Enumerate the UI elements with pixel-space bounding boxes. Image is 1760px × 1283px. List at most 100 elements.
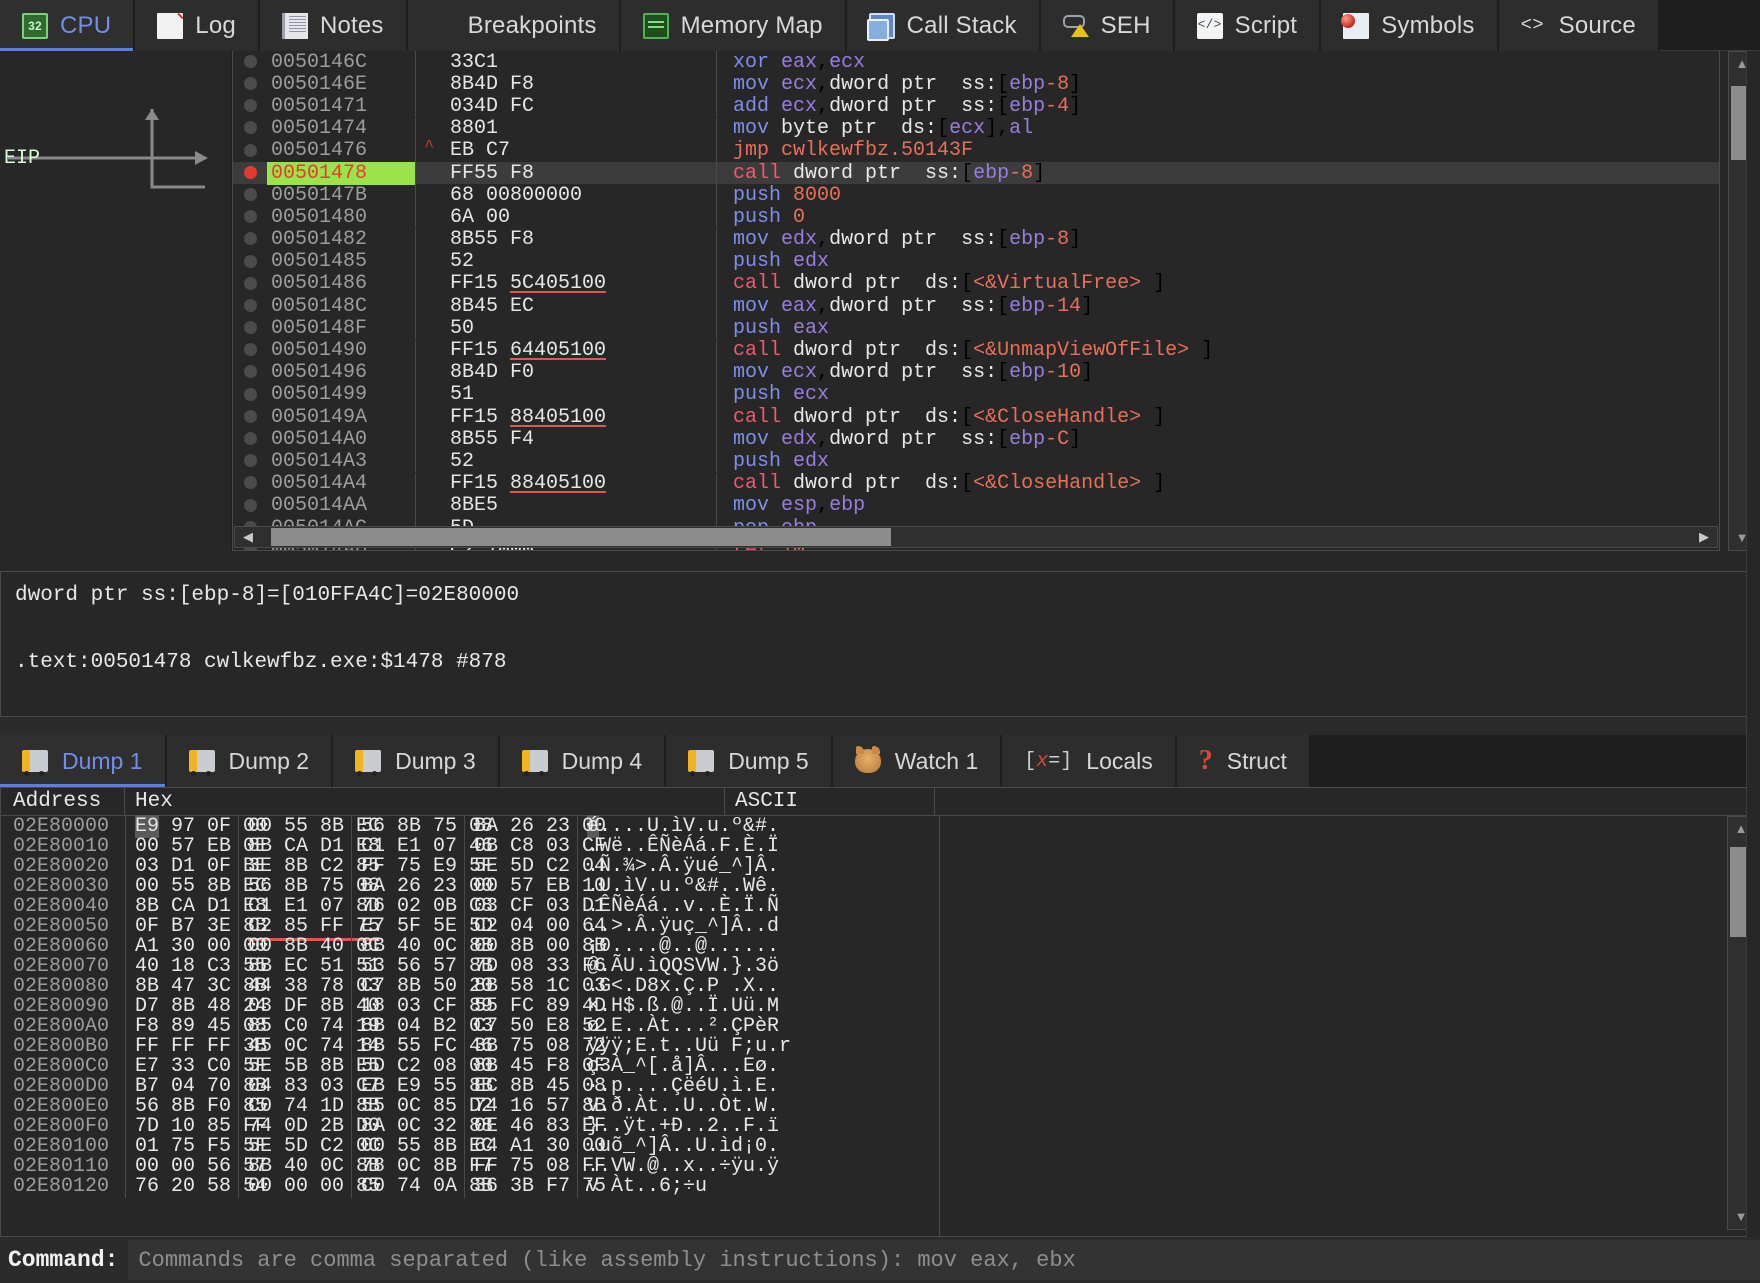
breakpoint-gutter[interactable] — [233, 406, 267, 429]
column-header-hex[interactable]: Hex — [125, 788, 725, 816]
tab-breakpoints[interactable]: Breakpoints — [408, 0, 621, 51]
byte-operand-link[interactable]: 64405100 — [510, 339, 606, 362]
hex-dump-row[interactable]: 02E800B0FF FF FF 3B45 0C 74 148B 55 FC 4… — [1, 1036, 1759, 1056]
byte-operand-link[interactable]: 5C405100 — [510, 272, 606, 295]
disasm-row[interactable]: 00501486FF15 5C405100call dword ptr ds:[… — [233, 273, 1719, 295]
tab-notes[interactable]: Notes — [260, 0, 408, 51]
tab-dump-4[interactable]: Dump 4 — [500, 735, 667, 787]
disasm-row[interactable]: 005014806A 00push 0 — [233, 206, 1719, 228]
hex-byte-group[interactable]: C0 74 0A 8B — [351, 1175, 464, 1198]
hex-dump-row[interactable]: 02E8007040 18 C3 558B EC 51 5153 56 57 8… — [1, 956, 1759, 976]
disasm-row[interactable]: 0050148552push edx — [233, 251, 1719, 273]
disasm-row[interactable]: 005014A4FF15 88405100call dword ptr ds:[… — [233, 473, 1719, 495]
hscroll-thumb[interactable] — [271, 528, 891, 546]
breakpoint-gutter[interactable] — [233, 361, 267, 384]
hex-dump-row[interactable]: 02E800D0B7 04 70 8B04 83 03 C7EB E9 55 8… — [1, 1076, 1759, 1096]
tab-dump-1[interactable]: Dump 1 — [0, 735, 167, 787]
hex-dump-row[interactable]: 02E80000E9 97 0F 0000 55 8B EC56 8B 75 0… — [1, 816, 1759, 836]
tab-memory-map[interactable]: Memory Map — [621, 0, 847, 51]
disasm-row[interactable]: 005014748801mov byte ptr ds:[ecx],al — [233, 118, 1719, 140]
breakpoint-gutter[interactable] — [233, 339, 267, 362]
column-header-ascii[interactable]: ASCII — [725, 788, 935, 816]
breakpoint-gutter[interactable] — [233, 162, 267, 185]
disasm-row[interactable]: 00501476^EB C7jmp cwlkewfbz.50143F — [233, 140, 1719, 162]
hex-byte-group[interactable]: 00 00 00 85 — [238, 1175, 351, 1198]
disasm-row[interactable]: 005014AA8BE5mov esp,ebp — [233, 495, 1719, 517]
hex-dump-row[interactable]: 02E8012076 20 58 5400 00 00 85C0 74 0A 8… — [1, 1176, 1759, 1196]
hex-row-ascii[interactable]: v Àt..6;÷u — [577, 1175, 789, 1198]
disasm-row[interactable]: 005014968B4D F0mov ecx,dword ptr ss:[ebp… — [233, 362, 1719, 384]
breakpoint-gutter[interactable] — [233, 250, 267, 273]
disasm-row[interactable]: 0050146E8B4D F8mov ecx,dword ptr ss:[ebp… — [233, 73, 1719, 95]
breakpoint-gutter[interactable] — [233, 206, 267, 229]
tab-source[interactable]: <> Source — [1499, 0, 1660, 51]
byte-operand-link[interactable]: 88405100 — [510, 406, 606, 429]
hex-dump-row[interactable]: 02E8011000 00 56 578B 40 0C 8B78 0C 8B F… — [1, 1156, 1759, 1176]
scroll-right-icon[interactable]: ▶ — [1693, 527, 1715, 547]
disasm-row[interactable]: 0050149AFF15 88405100call dword ptr ds:[… — [233, 406, 1719, 428]
disasm-row[interactable]: 0050149951push ecx — [233, 384, 1719, 406]
disasm-row[interactable]: 005014A08B55 F4mov edx,dword ptr ss:[ebp… — [233, 428, 1719, 450]
tab-struct[interactable]: ? Struct — [1177, 735, 1311, 787]
tab-watch-1[interactable]: Watch 1 — [833, 735, 1003, 787]
breakpoint-gutter[interactable] — [233, 295, 267, 318]
tab-dump-2[interactable]: Dump 2 — [167, 735, 334, 787]
hex-dump-row[interactable]: 02E8003000 55 8B EC56 8B 75 08BA 26 23 0… — [1, 876, 1759, 896]
hex-dump-row[interactable]: 02E800A0F8 89 45 0885 C0 74 198B 04 B2 0… — [1, 1016, 1759, 1036]
hex-dump-row[interactable]: 02E800E056 8B F0 85C0 74 1D 8B55 0C 85 D… — [1, 1096, 1759, 1116]
hex-byte-group[interactable]: 36 3B F7 75 — [464, 1175, 577, 1198]
hex-dump-row[interactable]: 02E8002003 D1 0F BE3E 8B C2 85FF 75 E9 5… — [1, 856, 1759, 876]
disasm-row[interactable]: 0050146C33C1xor eax,ecx — [233, 51, 1719, 73]
tab-dump-3[interactable]: Dump 3 — [333, 735, 500, 787]
disassembly-hscrollbar[interactable]: ◀ ▶ — [234, 526, 1718, 548]
hex-dump-row[interactable]: 02E800C0E7 33 C0 5F5E 5B 8B E55D C2 08 0… — [1, 1056, 1759, 1076]
disasm-row[interactable]: 0050148C8B45 ECmov eax,dword ptr ss:[ebp… — [233, 295, 1719, 317]
breakpoint-gutter[interactable] — [233, 317, 267, 340]
breakpoint-gutter[interactable] — [233, 472, 267, 495]
tab-call-stack[interactable]: Call Stack — [847, 0, 1041, 51]
hex-dump-row[interactable]: 02E80060A1 30 00 0000 8B 40 0C8B 40 0C 8… — [1, 936, 1759, 956]
command-input[interactable] — [128, 1240, 1760, 1280]
hex-dump-row[interactable]: 02E800408B CA D1 E8C1 E1 07 8D76 02 0B C… — [1, 896, 1759, 916]
hex-dump-row[interactable]: 02E80090D7 8B 48 2403 DF 8B 4018 03 CF 8… — [1, 996, 1759, 1016]
disasm-row[interactable]: 00501471034D FCadd ecx,dword ptr ss:[ebp… — [233, 95, 1719, 117]
breakpoint-gutter[interactable] — [233, 139, 267, 162]
hex-dump-row[interactable]: 02E8010001 75 F5 5F5E 5D C2 0C00 55 8B E… — [1, 1136, 1759, 1156]
disassembly-panel[interactable]: EIP 0050146C33C1xor eax,ecx 0050146E8B4D… — [0, 51, 1760, 571]
hex-dump-row[interactable]: 02E800F07D 10 85 FF74 0D 2B D08A 0C 32 8… — [1, 1116, 1759, 1136]
breakpoint-gutter[interactable] — [233, 228, 267, 251]
hex-dump-row[interactable]: 02E800500F B7 3E 8BC2 85 FF 75E7 5F 5E 5… — [1, 916, 1759, 936]
tab-symbols[interactable]: Symbols — [1321, 0, 1498, 51]
hex-dump-row[interactable]: 02E800808B 47 3C 8B44 38 78 03C7 8B 50 2… — [1, 976, 1759, 996]
hex-dump-rows[interactable]: 02E80000E9 97 0F 0000 55 8B EC56 8B 75 0… — [1, 816, 1759, 1196]
tab-log[interactable]: Log — [135, 0, 260, 51]
breakpoint-gutter[interactable] — [233, 272, 267, 295]
disasm-row[interactable]: 00501490FF15 64405100call dword ptr ds:[… — [233, 339, 1719, 361]
breakpoint-gutter[interactable] — [233, 95, 267, 118]
disassembly-rows[interactable]: 0050146C33C1xor eax,ecx 0050146E8B4D F8m… — [232, 51, 1720, 551]
hex-dump-row[interactable]: 02E8001000 57 EB 0E8B CA D1 E8C1 E1 07 4… — [1, 836, 1759, 856]
disasm-row-current[interactable]: 00501478FF55 F8call dword ptr ss:[ebp-8] — [233, 162, 1719, 184]
tab-dump-5[interactable]: Dump 5 — [666, 735, 833, 787]
breakpoint-gutter[interactable] — [233, 73, 267, 96]
tab-locals[interactable]: [x=] Locals — [1002, 735, 1177, 787]
breakpoint-gutter[interactable] — [233, 494, 267, 517]
scroll-left-icon[interactable]: ◀ — [237, 527, 259, 547]
column-header-address[interactable]: Address — [1, 788, 125, 816]
breakpoint-gutter[interactable] — [233, 383, 267, 406]
hex-byte-group[interactable]: 76 20 58 54 — [125, 1175, 238, 1198]
tab-seh[interactable]: SEH — [1041, 0, 1175, 51]
breakpoint-gutter[interactable] — [233, 117, 267, 140]
disasm-row[interactable]: 005014A352push edx — [233, 450, 1719, 472]
byte-operand-link[interactable]: 88405100 — [510, 472, 606, 495]
breakpoint-gutter[interactable] — [233, 428, 267, 451]
disasm-row[interactable]: 0050147B68 00800000push 8000 — [233, 184, 1719, 206]
tab-cpu[interactable]: 32 CPU — [0, 0, 135, 51]
breakpoint-gutter[interactable] — [233, 51, 267, 74]
breakpoint-gutter[interactable] — [233, 184, 267, 207]
tab-script[interactable]: </> Script — [1175, 0, 1322, 51]
breakpoint-gutter[interactable] — [233, 450, 267, 473]
hex-dump-panel[interactable]: Address Hex ASCII 02E80000E9 97 0F 0000 … — [0, 787, 1760, 1237]
disasm-row[interactable]: 0050148F50push eax — [233, 317, 1719, 339]
disasm-row[interactable]: 005014828B55 F8mov edx,dword ptr ss:[ebp… — [233, 229, 1719, 251]
